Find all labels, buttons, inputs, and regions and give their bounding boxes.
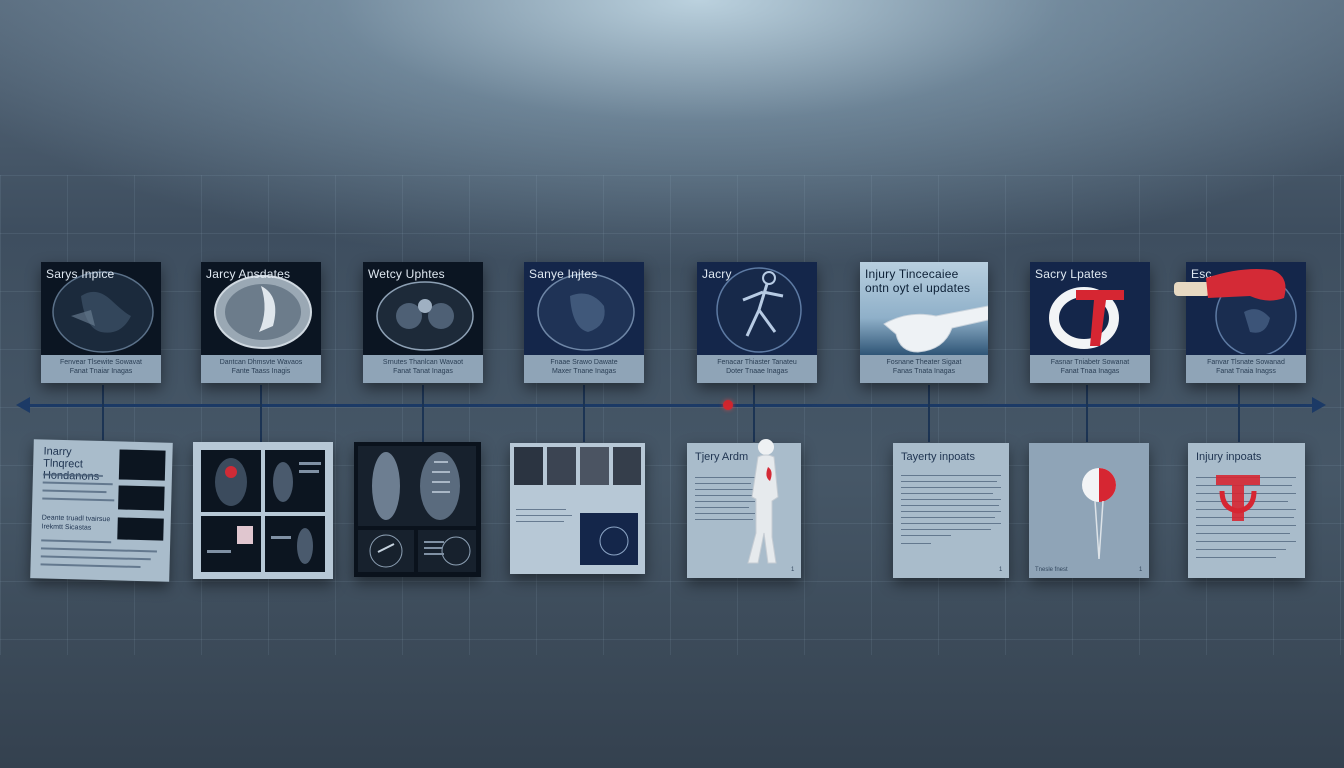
anatomy-image	[201, 450, 261, 512]
page-number: 1	[999, 567, 1003, 573]
top-card-3[interactable]: Wetcy Uphtes Srnutes Thanlcan Wavaot Fana…	[363, 262, 483, 383]
bottom-card-4[interactable]	[510, 443, 645, 574]
photo-thumb	[547, 447, 576, 485]
card-caption: Fenvear Tlsewite Sowavat Fanat Tnaiar Ina…	[60, 359, 142, 375]
anatomy-image	[265, 450, 325, 512]
timeline-stem	[102, 385, 104, 440]
photo-thumb	[613, 447, 641, 485]
bottom-card-2[interactable]	[193, 442, 333, 579]
timeline-stem	[928, 385, 930, 442]
bottom-card-1[interactable]: Inarry Tlnqrect Hondanons Deante truadl …	[30, 439, 173, 582]
card-title: Wetcy Uphtes	[368, 267, 445, 281]
timeline-current-marker[interactable]	[723, 400, 733, 410]
timeline-axis	[26, 404, 1318, 407]
card-footer: Tnesle fnest	[1035, 567, 1068, 573]
photo-thumb	[514, 447, 543, 485]
card-subhead: Deante truadl tvairsue Irekmtt Sicastas	[41, 514, 111, 532]
page-number: 1	[791, 567, 795, 573]
xray-image	[358, 530, 414, 572]
red-limb-model	[1174, 269, 1286, 301]
photo-thumb	[580, 447, 609, 485]
card-caption: Dantcan Dhmsvte Wavaos Fante Taass Inagis	[219, 359, 303, 375]
timeline-left-arrow[interactable]	[16, 397, 30, 413]
background-grid	[0, 175, 1344, 655]
top-card-2[interactable]: Jarcy Ansdates Dantcan Dhmsvte Wavaos Fan…	[201, 262, 321, 383]
bottom-card-3[interactable]	[354, 442, 481, 577]
timeline-stem	[1086, 385, 1088, 442]
card-caption: Fanvar Tlsnate Sowanad Fanat Tnaia Inagss	[1207, 359, 1285, 375]
human-figure-model	[747, 439, 779, 564]
card-caption: Fasnar Tniabetr Sowanat Fanat Tnaa Inagas	[1050, 359, 1130, 375]
top-card-6[interactable]: Injury Tincecaiee ontn oyt el updates Fo…	[860, 262, 988, 383]
card-title: Inarry Tlnqrect Hondanons	[43, 445, 100, 482]
card-caption: Fosnane Theater Sigaat Fanas Tnata Inagas	[886, 359, 962, 375]
timeline-stem	[422, 385, 424, 442]
red-logo-graphic	[1216, 475, 1260, 521]
xray-image	[418, 530, 476, 572]
card-caption: Fenacar Thiaster Tanateu Doter Tnaae Inag…	[717, 359, 797, 375]
card-title: Jacry	[702, 267, 732, 281]
bottom-card-8[interactable]: Injury inpoats	[1188, 443, 1305, 578]
card-title: Sarys Inpice	[46, 267, 115, 281]
card-title: Sanye Injtes	[529, 267, 598, 281]
scan-thumb	[580, 513, 638, 565]
card-title: Injury Tincecaiee ontn oyt el updates	[865, 267, 971, 295]
xray-image	[358, 446, 476, 526]
card-caption: Srnutes Thanlcan Wavaot Fanat Tanat Inaga…	[382, 359, 464, 375]
sphere-model	[1082, 468, 1116, 560]
bottom-card-6[interactable]: Tayerty inpoats 1	[893, 443, 1009, 578]
card-title: Tayerty inpoats	[901, 451, 975, 463]
timeline-right-arrow[interactable]	[1312, 397, 1326, 413]
timeline-stem	[753, 385, 755, 442]
anatomy-image	[201, 516, 261, 572]
card-caption: Fnaae Srawo Dawate Maxer Tnane Inagas	[550, 359, 618, 375]
bottom-card-7[interactable]: Tnesle fnest 1	[1029, 443, 1149, 578]
anatomy-image	[265, 516, 325, 572]
card-title: Jarcy Ansdates	[206, 267, 291, 281]
card-title: Injury inpoats	[1196, 451, 1262, 463]
card-title: Sacry Lpates	[1035, 267, 1108, 281]
timeline-stem	[1238, 385, 1240, 442]
timeline-stem	[583, 385, 585, 442]
top-card-4[interactable]: Sanye Injtes Fnaae Srawo Dawate Maxer Tna…	[524, 262, 644, 383]
page-number: 1	[1139, 567, 1143, 573]
timeline-stem	[260, 385, 262, 442]
top-card-1[interactable]: Sarys Inpice Fenvear Tlsewite Sowavat Fan…	[41, 262, 161, 383]
top-card-7[interactable]: Sacry Lpates Fasnar Tniabetr Sowanat Fana…	[1030, 262, 1150, 383]
top-card-5[interactable]: Jacry Fenacar Thiaster Tanateu Doter Tnaa…	[697, 262, 817, 383]
